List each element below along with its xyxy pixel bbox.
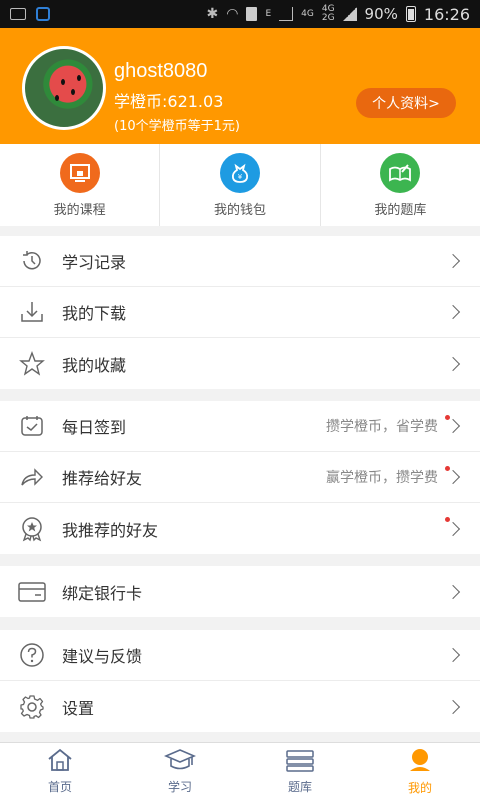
battery-percent: 90% — [364, 5, 398, 23]
tab-question-bank[interactable]: 题库 — [240, 743, 360, 800]
chevron-right-icon — [445, 418, 461, 434]
tab-home[interactable]: 首页 — [0, 743, 120, 800]
menu-item-label: 学习记录 — [62, 253, 127, 272]
bank-card-icon — [18, 578, 46, 606]
share-icon — [18, 463, 46, 491]
tab-label: 我的 — [407, 781, 432, 795]
menu-item-feedback[interactable]: 建议与反馈 — [0, 630, 480, 681]
menu-group-rewards: 每日签到 攒学橙币，省学费 推荐给好友 赢学橙币，攒学费 我推荐的好友 — [0, 401, 480, 554]
menu-group-support: 建议与反馈 设置 — [0, 630, 480, 732]
question-bank-icon — [380, 152, 421, 193]
gear-icon — [18, 693, 46, 721]
books-icon — [285, 748, 315, 776]
menu-item-hint: 攒学橙币，省学费 — [326, 419, 438, 435]
menu-item-label: 推荐给好友 — [62, 469, 143, 488]
lock-notification-icon — [36, 7, 50, 21]
my-courses-button[interactable]: 我的课程 — [0, 144, 161, 226]
username: ghost8080 — [114, 60, 208, 82]
menu-group-learning: 学习记录 我的下载 我的收藏 — [0, 236, 480, 389]
gallery-notification-icon — [10, 8, 26, 20]
notification-dot — [445, 466, 450, 471]
chevron-right-icon — [445, 521, 461, 536]
menu-item-my-favorites[interactable]: 我的收藏 — [0, 338, 480, 389]
home-icon — [46, 748, 74, 776]
chevron-right-icon — [445, 253, 461, 269]
menu-item-label: 每日签到 — [62, 418, 127, 437]
chevron-right-icon — [445, 584, 461, 599]
my-question-bank-button[interactable]: 我的题库 — [321, 144, 480, 226]
menu-item-label: 建议与反馈 — [62, 647, 143, 666]
chevron-right-icon — [445, 647, 461, 663]
menu-item-label: 我推荐的好友 — [62, 520, 159, 540]
menu-item-label: 我的收藏 — [62, 355, 127, 375]
menu-item-label: 我的下载 — [62, 304, 127, 323]
badge-icon — [18, 515, 46, 543]
chevron-right-icon — [445, 304, 461, 320]
menu-item-hint: 赢学橙币，攒学费 — [326, 470, 438, 486]
menu-item-my-downloads[interactable]: 我的下载 — [0, 287, 480, 338]
menu-item-daily-checkin[interactable]: 每日签到 攒学橙币，省学费 — [0, 401, 480, 452]
star-icon — [18, 350, 46, 378]
quick-actions: 我的课程 ¥ 我的钱包 我的题库 — [0, 144, 480, 226]
wallet-icon: ¥ — [219, 152, 260, 193]
bottom-tab-bar: 首页 学习 题库 我的 — [0, 742, 480, 800]
clock: 16:26 — [423, 4, 470, 24]
question-icon — [18, 641, 46, 669]
profile-header: ghost8080 学橙币:621.03 (10个学橙币等于1元) 个人资料> — [0, 28, 480, 144]
coin-balance: 学橙币:621.03 — [114, 92, 224, 111]
menu-group-bank: 绑定银行卡 — [0, 566, 480, 617]
tab-study[interactable]: 学习 — [120, 743, 240, 800]
my-wallet-button[interactable]: ¥ 我的钱包 — [160, 144, 321, 226]
chevron-right-icon — [445, 699, 461, 714]
network-4g-label: 4G — [301, 8, 314, 19]
menu-item-settings[interactable]: 设置 — [0, 681, 480, 732]
chevron-right-icon — [445, 469, 461, 485]
my-question-bank-label: 我的题库 — [374, 202, 427, 218]
menu-item-label: 设置 — [62, 698, 95, 718]
tab-label: 学习 — [167, 780, 192, 794]
graduation-cap-icon — [163, 748, 197, 776]
chevron-right-icon — [445, 356, 461, 371]
avatar[interactable] — [22, 46, 106, 130]
status-bar: ✱ ◠ E 4G 4G 2G 90% 16:26 — [0, 0, 480, 28]
course-icon — [59, 152, 100, 193]
user-icon — [406, 747, 434, 777]
notification-dot — [445, 415, 450, 420]
menu-item-bind-bank-card[interactable]: 绑定银行卡 — [0, 566, 480, 617]
menu-item-recommend-friends[interactable]: 推荐给好友 赢学橙币，攒学费 — [0, 452, 480, 503]
tab-label: 首页 — [47, 780, 72, 794]
notification-dot — [445, 517, 450, 522]
history-icon — [18, 247, 46, 275]
network-2g-label: 2G — [321, 13, 335, 23]
bluetooth-icon: ✱ — [206, 6, 219, 22]
menu-item-my-referred-friends[interactable]: 我推荐的好友 — [0, 503, 480, 554]
svg-text:¥: ¥ — [238, 173, 243, 181]
profile-details-button[interactable]: 个人资料> — [356, 88, 456, 118]
sim-icon — [246, 7, 258, 21]
my-wallet-label: 我的钱包 — [213, 202, 266, 218]
calendar-check-icon — [18, 412, 46, 440]
download-icon — [18, 298, 46, 326]
tab-mine[interactable]: 我的 — [360, 743, 480, 800]
signal-icon — [279, 7, 294, 21]
menu-item-label: 绑定银行卡 — [62, 583, 143, 603]
my-courses-label: 我的课程 — [53, 202, 106, 218]
tab-label: 题库 — [287, 780, 312, 794]
wifi-icon: ◠ — [226, 6, 239, 22]
menu-item-study-history[interactable]: 学习记录 — [0, 236, 480, 287]
battery-icon — [405, 6, 416, 22]
signal-bars-icon — [342, 7, 357, 21]
network-e-label: E — [265, 9, 272, 19]
coin-rate-note: (10个学橙币等于1元) — [114, 119, 240, 134]
